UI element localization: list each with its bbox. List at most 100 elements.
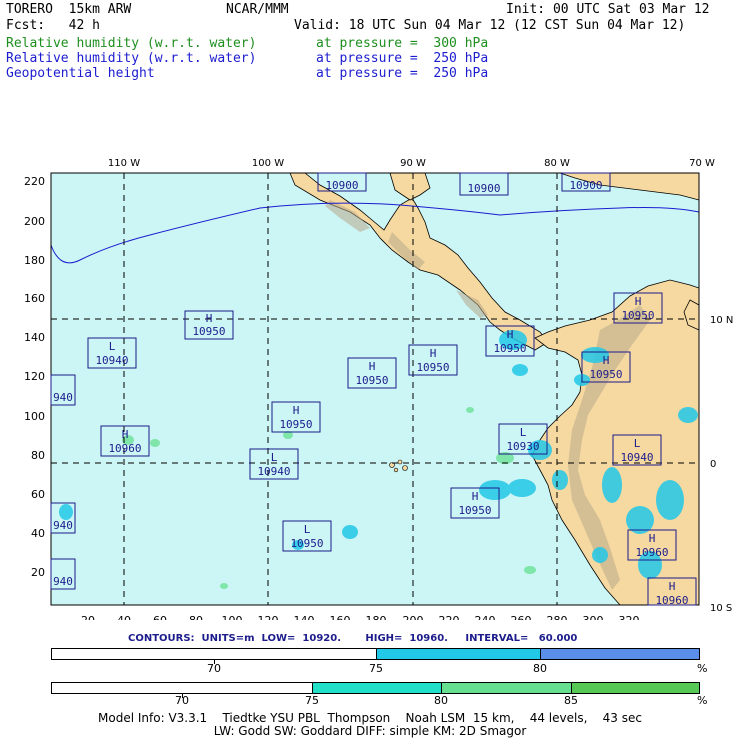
- svg-text:940: 940: [53, 575, 73, 588]
- colorbar-segment: [571, 682, 700, 694]
- lat-label: 10 S: [710, 603, 732, 614]
- svg-text:L: L: [271, 451, 278, 464]
- init-time: Init: 00 UTC Sat 03 Mar 12: [506, 2, 710, 17]
- colorbar-unit: %: [697, 694, 708, 707]
- svg-text:H: H: [472, 490, 479, 503]
- svg-text:10960: 10960: [635, 546, 668, 559]
- colorbar-segment: [441, 682, 572, 694]
- svg-text:10950: 10950: [621, 309, 654, 322]
- model-info-line-1: Model Info: V3.3.1 Tiedtke YSU PBL Thomp…: [98, 711, 642, 725]
- svg-text:H: H: [649, 532, 656, 545]
- y-tick: 180: [24, 254, 45, 267]
- x-tick: 40: [117, 614, 131, 620]
- colorbar-segment: [51, 682, 313, 694]
- svg-text:10950: 10950: [458, 504, 491, 517]
- y-tick: 100: [24, 410, 45, 423]
- x-tick: 200: [403, 614, 424, 620]
- colorbar-segment: [376, 648, 541, 660]
- colorbar-label: 80: [533, 662, 547, 675]
- colorbar-label: 80: [434, 694, 448, 707]
- svg-text:10950: 10950: [589, 368, 622, 381]
- colorbar-label: 75: [305, 694, 319, 707]
- lat-label: 10 N: [710, 315, 733, 326]
- x-tick: 120: [258, 614, 279, 620]
- svg-text:L: L: [634, 437, 641, 450]
- y-tick: 200: [24, 215, 45, 228]
- x-tick: 160: [330, 614, 351, 620]
- model-center: NCAR/MMM: [226, 2, 289, 17]
- y-tick: 120: [24, 370, 45, 383]
- field-3-name: Geopotential height: [6, 66, 155, 81]
- svg-text:H: H: [603, 354, 610, 367]
- svg-text:L: L: [109, 340, 116, 353]
- x-tick: 240: [475, 614, 496, 620]
- svg-text:L: L: [304, 523, 311, 536]
- field-3-level: at pressure = 250 hPa: [316, 66, 489, 81]
- svg-text:H: H: [369, 360, 376, 373]
- svg-text:H: H: [507, 328, 514, 341]
- colorbar-segment: [540, 648, 700, 660]
- x-tick: 220: [439, 614, 460, 620]
- svg-text:10960: 10960: [108, 442, 141, 455]
- longitude-labels: 110 W 100 W 90 W 80 W 70 W: [108, 158, 715, 169]
- colorbar-label: 70: [175, 694, 189, 707]
- lat-label: 0: [710, 459, 716, 470]
- svg-text:10940: 10940: [257, 465, 290, 478]
- lon-label: 100 W: [252, 158, 284, 169]
- svg-text:H: H: [635, 295, 642, 308]
- y-axis-ticks: 220 200 180 160 140 120 100 80 60 40 20: [24, 175, 45, 579]
- svg-text:10950: 10950: [192, 325, 225, 338]
- svg-text:10900: 10900: [569, 179, 602, 192]
- x-tick: 80: [189, 614, 203, 620]
- x-tick: 140: [294, 614, 315, 620]
- svg-text:10900: 10900: [467, 182, 500, 195]
- svg-text:10950: 10950: [355, 374, 388, 387]
- svg-text:H: H: [122, 428, 129, 441]
- x-tick: 300: [583, 614, 604, 620]
- svg-text:10950: 10950: [493, 342, 526, 355]
- x-axis-ticks: 20 40 60 80 100 120 140 160 180 200 220 …: [81, 614, 640, 620]
- x-tick: 60: [153, 614, 167, 620]
- svg-text:L: L: [520, 426, 527, 439]
- svg-text:10940: 10940: [620, 451, 653, 464]
- svg-text:H: H: [293, 404, 300, 417]
- latitude-labels: 10 N 0 10 S: [710, 315, 733, 614]
- valid-time: Valid: 18 UTC Sun 04 Mar 12 (12 CST Sun …: [294, 18, 686, 33]
- lon-label: 80 W: [544, 158, 570, 169]
- y-tick: 80: [31, 449, 45, 462]
- colorbar-segment: [312, 682, 442, 694]
- lon-label: 90 W: [400, 158, 426, 169]
- y-tick: 160: [24, 292, 45, 305]
- field-1-name: Relative humidity (w.r.t. water): [6, 36, 257, 51]
- svg-text:10950: 10950: [290, 537, 323, 550]
- svg-text:10960: 10960: [655, 594, 688, 607]
- x-tick: 20: [81, 614, 95, 620]
- x-tick: 100: [222, 614, 243, 620]
- lon-label: 110 W: [108, 158, 140, 169]
- field-2-name: Relative humidity (w.r.t. water): [6, 51, 257, 66]
- svg-text:H: H: [669, 580, 676, 593]
- field-1-level: at pressure = 300 hPa: [316, 36, 489, 51]
- svg-text:940: 940: [53, 391, 73, 404]
- x-tick: 320: [619, 614, 640, 620]
- weather-map: 110 W 100 W 90 W 80 W 70 W 10 N 0 10 S 2…: [24, 158, 733, 620]
- contour-info: CONTOURS: UNITS=m LOW= 10920. HIGH= 1096…: [128, 633, 578, 644]
- svg-text:10940: 10940: [95, 354, 128, 367]
- colorbar-unit: %: [697, 662, 708, 675]
- svg-text:10950: 10950: [416, 361, 449, 374]
- svg-text:10930: 10930: [506, 440, 539, 453]
- svg-text:10950: 10950: [279, 418, 312, 431]
- model-name: TORERO 15km ARW: [6, 2, 132, 17]
- x-tick: 180: [366, 614, 387, 620]
- forecast-hour: Fcst: 42 h: [6, 18, 100, 33]
- y-tick: 20: [31, 566, 45, 579]
- y-tick: 40: [31, 527, 45, 540]
- colorbar-label: 70: [207, 662, 221, 675]
- svg-text:H: H: [430, 347, 437, 360]
- colorbar-label: 85: [564, 694, 578, 707]
- colorbar-label: 75: [369, 662, 383, 675]
- lon-label: 70 W: [689, 158, 715, 169]
- y-tick: 140: [24, 331, 45, 344]
- field-2-level: at pressure = 250 hPa: [316, 51, 489, 66]
- svg-text:H: H: [206, 312, 213, 325]
